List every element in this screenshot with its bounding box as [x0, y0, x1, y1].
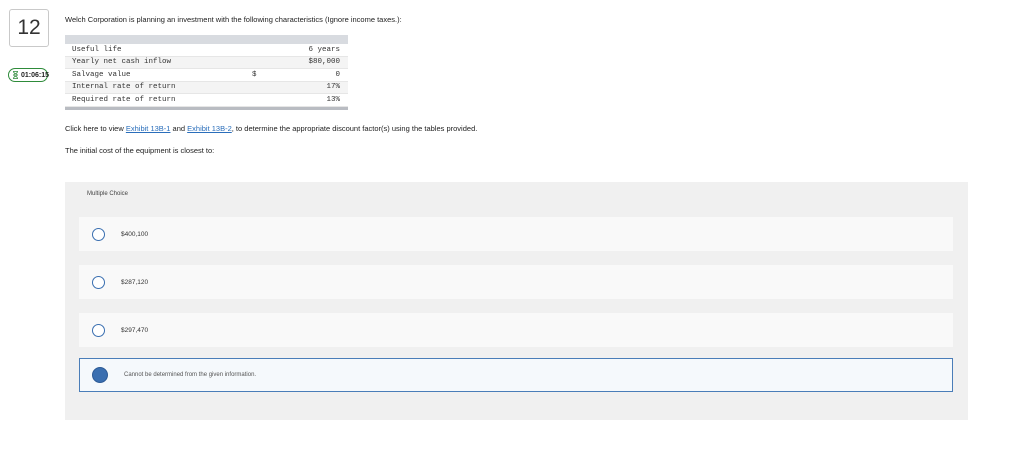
table-row: Internal rate of return 17% — [65, 81, 348, 94]
table-row: Yearly net cash inflow $80,000 — [65, 56, 348, 69]
row-value: 17% — [326, 83, 340, 92]
row-label: Salvage value — [72, 70, 131, 79]
answer-option-d[interactable]: Cannot be determined from the given info… — [79, 358, 953, 392]
timer-text: 01:06:15 — [21, 71, 50, 79]
instruction-between: and — [170, 124, 188, 133]
instruction-text: Click here to view Exhibit 13B-1 and Exh… — [65, 124, 477, 133]
multiple-choice-panel: Multiple Choice $400,100 $287,120 $297,4… — [65, 182, 968, 420]
exhibit-13b-2-link[interactable]: Exhibit 13B-2 — [187, 124, 232, 133]
radio-button[interactable] — [92, 323, 105, 337]
radio-button[interactable] — [92, 275, 105, 289]
instruction-before: Click here to view — [65, 124, 126, 133]
row-value: 0 — [335, 70, 340, 79]
row-value: $80,000 — [308, 58, 340, 67]
row-label: Yearly net cash inflow — [72, 58, 172, 67]
row-value: 6 years — [308, 45, 340, 54]
question-intro: Welch Corporation is planning an investm… — [65, 15, 402, 24]
answer-option-a[interactable]: $400,100 — [79, 217, 953, 251]
question-number: 12 — [9, 9, 49, 47]
timer-badge[interactable]: 01:06:15 — [8, 68, 50, 82]
answer-option-c[interactable]: $297,470 — [79, 313, 953, 347]
hourglass-icon — [13, 71, 18, 79]
row-label: Useful life — [72, 45, 122, 54]
radio-button-selected[interactable] — [92, 367, 108, 383]
instruction-after: , to determine the appropriate discount … — [231, 124, 478, 133]
investment-data-table: Useful life 6 years Yearly net cash infl… — [65, 35, 348, 110]
radio-button[interactable] — [92, 227, 105, 241]
table-row: Salvage value $ 0 — [65, 69, 348, 82]
row-label: Required rate of return — [72, 95, 176, 104]
answer-option-b[interactable]: $287,120 — [79, 265, 953, 299]
option-label: $400,100 — [121, 230, 149, 238]
multiple-choice-title: Multiple Choice — [87, 191, 129, 197]
option-label: Cannot be determined from the given info… — [124, 372, 257, 378]
row-currency: $ — [252, 70, 257, 79]
option-label: $297,470 — [121, 326, 149, 334]
table-row: Required rate of return 13% — [65, 94, 348, 107]
exhibit-13b-1-link[interactable]: Exhibit 13B-1 — [126, 124, 171, 133]
table-bottom-rule — [65, 106, 348, 110]
row-label: Internal rate of return — [72, 83, 176, 92]
table-row: Useful life 6 years — [65, 44, 348, 57]
option-label: $287,120 — [121, 278, 149, 286]
row-value: 13% — [326, 95, 340, 104]
table-header-bar — [65, 35, 348, 44]
question-prompt: The initial cost of the equipment is clo… — [65, 146, 215, 155]
